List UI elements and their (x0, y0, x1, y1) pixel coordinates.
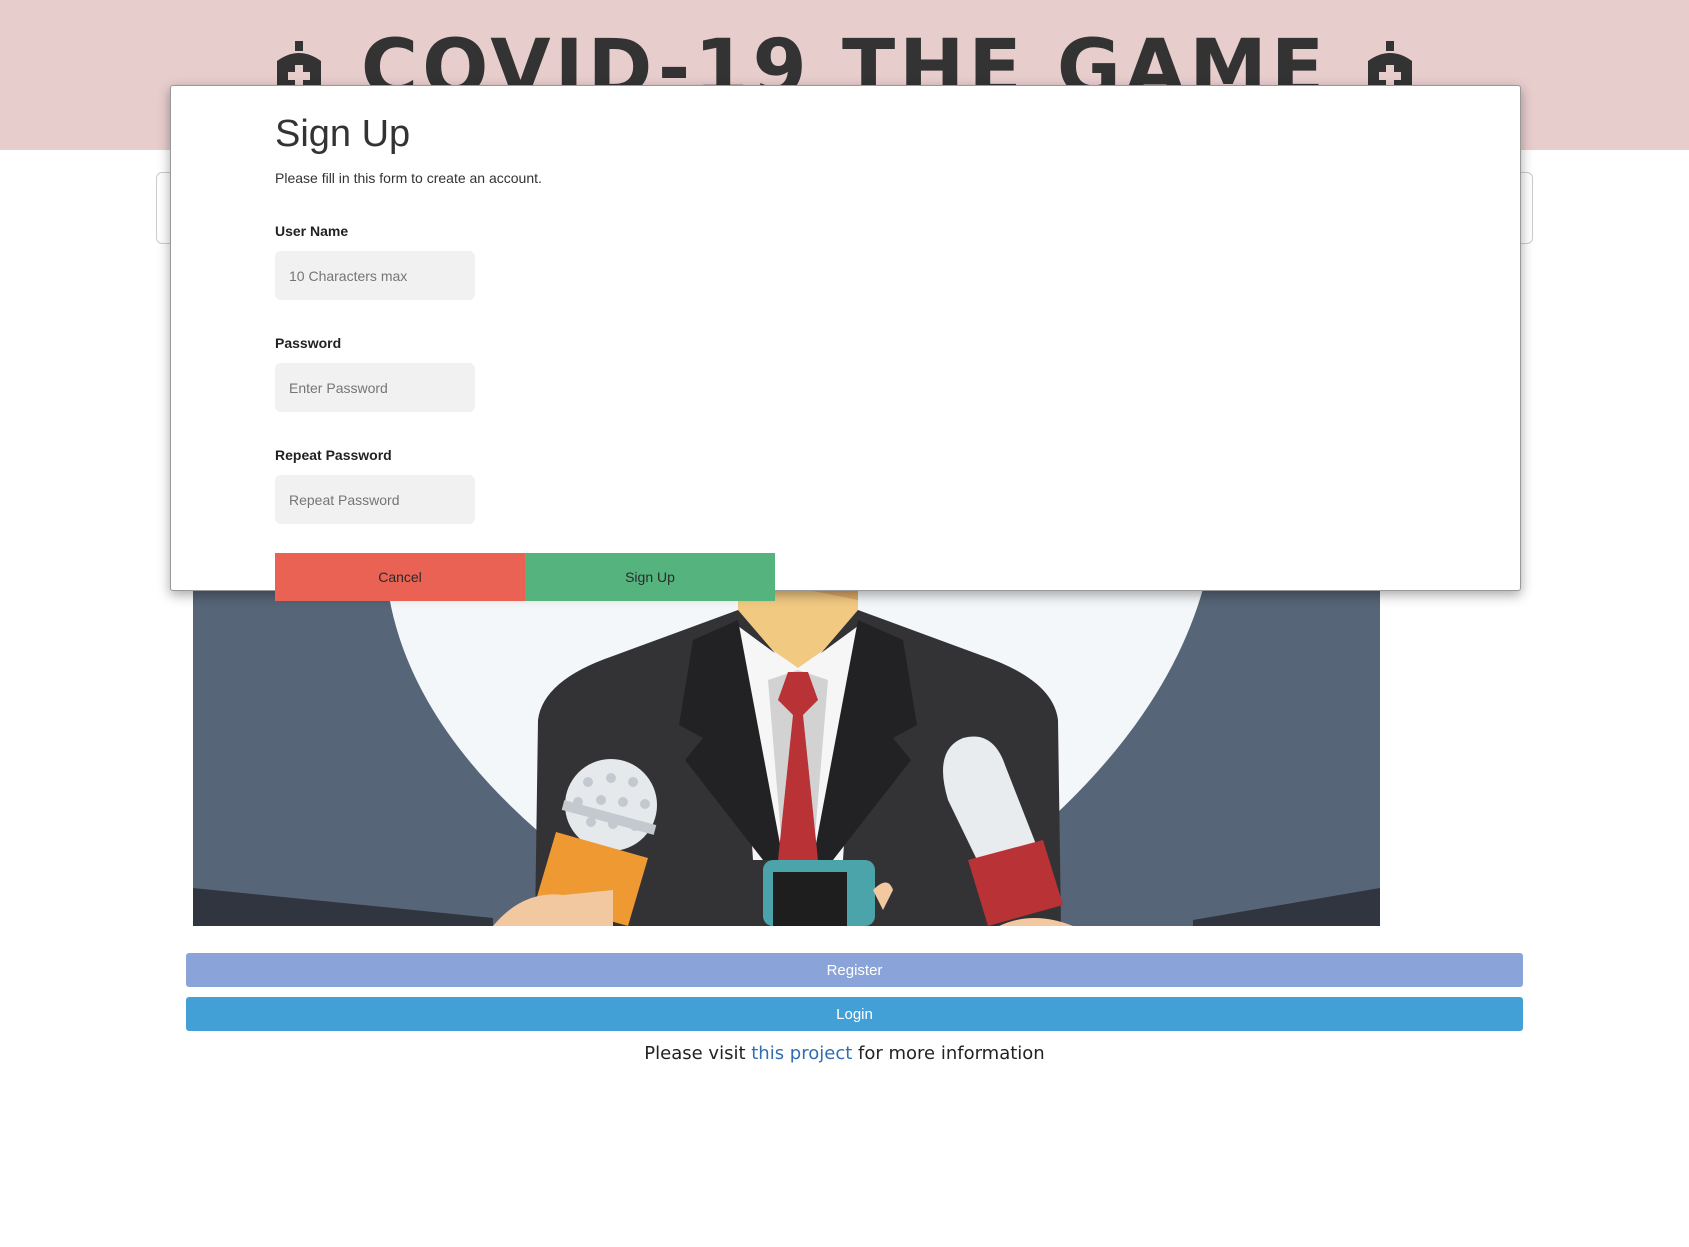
password-input[interactable] (275, 363, 475, 412)
footer-prefix: Please visit (644, 1043, 752, 1064)
modal-subtitle: Please fill in this form to create an ac… (275, 169, 542, 186)
repeat-password-input[interactable] (275, 475, 475, 524)
project-link[interactable]: this project (751, 1043, 852, 1064)
cancel-button[interactable]: Cancel (275, 553, 525, 601)
footer-info: Please visit this project for more infor… (0, 1043, 1689, 1064)
signup-button[interactable]: Sign Up (525, 553, 775, 601)
modal-title: Sign Up (275, 113, 411, 155)
repeat-password-label: Repeat Password (275, 447, 392, 463)
password-label: Password (275, 335, 342, 351)
modal-actions: Cancel Sign Up (275, 553, 775, 601)
username-input[interactable] (275, 251, 475, 300)
login-button[interactable]: Login (186, 997, 1523, 1031)
press-conference-illustration (193, 560, 1380, 926)
signup-form: Sign Up Please fill in this form to crea… (275, 112, 1175, 601)
username-label: User Name (275, 223, 349, 239)
signup-modal: Sign Up Please fill in this form to crea… (170, 85, 1521, 601)
repeat-password-group: Repeat Password (275, 447, 475, 524)
footer-suffix: for more information (852, 1043, 1045, 1064)
username-group: User Name (275, 223, 475, 300)
register-button[interactable]: Register (186, 953, 1523, 987)
password-group: Password (275, 335, 475, 412)
